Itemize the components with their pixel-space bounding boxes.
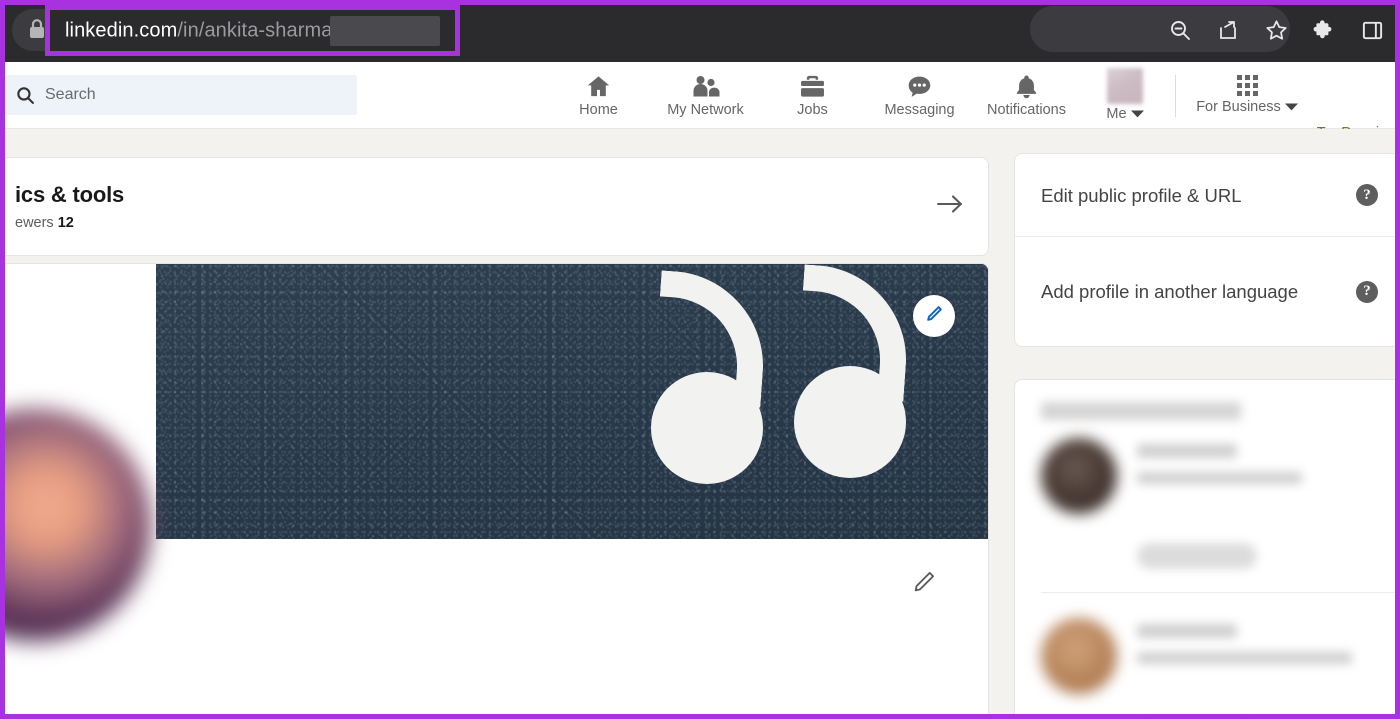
- analytics-title: ics & tools: [15, 182, 124, 208]
- arrow-right-icon[interactable]: [936, 192, 964, 221]
- analytics-metric-value: 12: [58, 215, 74, 231]
- page-body: ics & tools ewers 12: [0, 129, 1400, 719]
- subtitle-line-redacted: [1137, 472, 1302, 484]
- nav-label-jobs: Jobs: [797, 102, 828, 118]
- share-icon[interactable]: [1204, 6, 1252, 54]
- chevron-down-icon: [1285, 99, 1298, 115]
- nav-item-for-business[interactable]: For Business: [1188, 64, 1306, 126]
- for-business-text: For Business: [1196, 99, 1281, 115]
- nav-item-my-network[interactable]: My Network: [652, 64, 759, 126]
- zoom-out-icon[interactable]: [1156, 6, 1204, 54]
- search-icon: [15, 85, 36, 111]
- quote-mark-right: [794, 268, 914, 478]
- analytics-and-tools-card[interactable]: ics & tools ewers 12: [0, 157, 989, 256]
- side-panel-icon[interactable]: [1348, 6, 1396, 54]
- quote-mark-graphic: [651, 268, 931, 493]
- analytics-metric-label: ewers: [15, 215, 54, 231]
- nav-label-my-network: My Network: [667, 102, 744, 118]
- people-also-viewed-card: [1014, 379, 1400, 719]
- analytics-metric: ewers 12: [15, 215, 124, 231]
- nav-label-me: Me: [1106, 106, 1143, 122]
- nav-item-home[interactable]: Home: [545, 64, 652, 126]
- url-domain: linkedin.com: [65, 19, 177, 41]
- lock-icon: [28, 18, 46, 40]
- bookmark-star-icon[interactable]: [1252, 6, 1300, 54]
- people-icon: [692, 72, 720, 100]
- browser-toolbar: linkedin.com/in/ankita-sharma: [0, 0, 1400, 62]
- linkedin-global-nav: Search Home My Network: [0, 62, 1400, 129]
- search-placeholder: Search: [45, 86, 96, 104]
- chrome-actions: [1156, 6, 1396, 54]
- chevron-down-icon: [1131, 106, 1144, 122]
- bell-icon: [1013, 72, 1040, 100]
- nav-divider: [1175, 75, 1176, 117]
- pencil-edit-icon: [924, 304, 944, 329]
- analytics-text-group: ics & tools ewers 12: [15, 182, 124, 231]
- url-text[interactable]: linkedin.com/in/ankita-sharma: [65, 16, 440, 46]
- extensions-puzzle-icon[interactable]: [1300, 6, 1348, 54]
- search-input[interactable]: Search: [5, 75, 357, 115]
- name-line-redacted: [1137, 444, 1237, 458]
- avatar: [1107, 68, 1143, 104]
- url-path: /in/ankita-sharma: [177, 19, 332, 41]
- right-rail: Edit public profile & URL ? Add profile …: [1014, 153, 1400, 347]
- nav-item-messaging[interactable]: Messaging: [866, 64, 973, 126]
- avatar: [1041, 618, 1117, 694]
- subtitle-line-redacted: [1137, 652, 1352, 664]
- home-icon: [585, 72, 612, 100]
- nav-item-me[interactable]: Me: [1087, 64, 1163, 126]
- url-highlight-box: linkedin.com/in/ankita-sharma: [45, 5, 460, 56]
- edit-public-profile-url-label: Edit public profile & URL: [1041, 179, 1242, 212]
- nav-label-notifications: Notifications: [987, 102, 1066, 118]
- briefcase-icon: [799, 72, 826, 100]
- chat-bubble-icon: [906, 72, 933, 100]
- nav-label-for-business: For Business: [1196, 99, 1298, 115]
- nav-label-messaging: Messaging: [884, 102, 954, 118]
- profile-card: kita Sharma: [0, 263, 989, 719]
- cover-photo: [156, 264, 989, 539]
- me-text: Me: [1106, 106, 1126, 122]
- profile-avatar[interactable]: [0, 409, 151, 641]
- add-profile-language-label: Add profile in another language: [1041, 275, 1298, 308]
- apps-grid-icon: [1237, 75, 1258, 96]
- edit-cover-photo-button[interactable]: [913, 295, 955, 337]
- help-circle-icon[interactable]: ?: [1356, 281, 1378, 303]
- nav-item-jobs[interactable]: Jobs: [759, 64, 866, 126]
- avatar: [1041, 438, 1117, 514]
- profile-settings-card: Edit public profile & URL ? Add profile …: [1014, 153, 1400, 347]
- nav-items: Home My Network: [545, 64, 1080, 126]
- nav-item-notifications[interactable]: Notifications: [973, 64, 1080, 126]
- column-gap: [1004, 129, 1014, 719]
- name-line-redacted: [1137, 624, 1237, 638]
- quote-mark-left: [651, 274, 771, 484]
- help-circle-icon[interactable]: ?: [1356, 184, 1378, 206]
- screenshot-root: linkedin.com/in/ankita-sharma: [0, 0, 1400, 719]
- edit-public-profile-url-row[interactable]: Edit public profile & URL ?: [1015, 154, 1400, 236]
- connect-button-redacted[interactable]: [1137, 543, 1257, 569]
- add-profile-language-row[interactable]: Add profile in another language ?: [1015, 236, 1400, 346]
- people-also-viewed-title-redacted: [1041, 402, 1241, 420]
- edit-profile-button[interactable]: [911, 569, 937, 600]
- url-redaction-block: [330, 16, 440, 46]
- list-divider: [1041, 592, 1400, 593]
- nav-label-home: Home: [579, 102, 618, 118]
